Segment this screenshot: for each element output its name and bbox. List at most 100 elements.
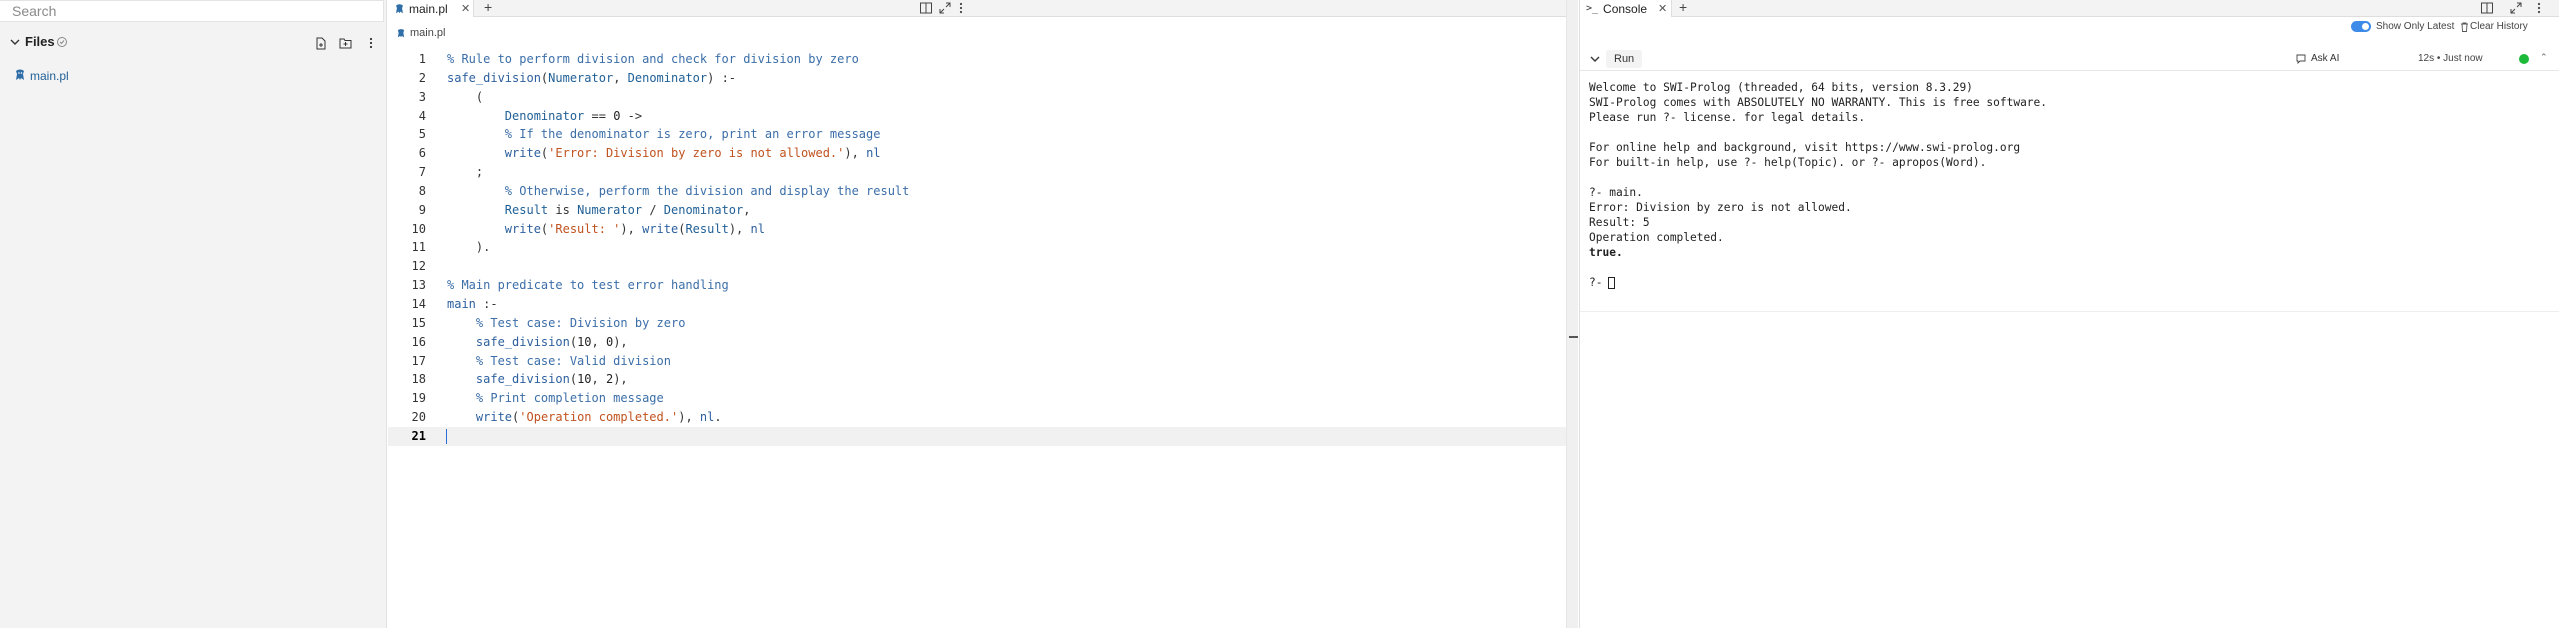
collapse-caret-icon[interactable]: ⌃ xyxy=(2540,52,2548,63)
code-line[interactable]: 5 % If the denominator is zero, print an… xyxy=(388,125,1566,144)
more-vertical-icon[interactable] xyxy=(2532,1,2546,15)
add-tab-button[interactable]: + xyxy=(1679,0,1687,15)
editor-scrollbar[interactable] xyxy=(1566,0,1578,628)
console-output-line: true. xyxy=(1589,246,1623,259)
code-line[interactable]: 6 write('Error: Division by zero is not … xyxy=(388,144,1566,163)
code-token: % Otherwise, perform the division and di… xyxy=(504,183,910,198)
expand-icon[interactable] xyxy=(2509,1,2523,15)
clear-history-button[interactable]: Clear History xyxy=(2470,21,2528,32)
code-line[interactable]: 20 write('Operation completed.'), nl. xyxy=(388,408,1566,427)
code-line[interactable]: 13 % Main predicate to test error handlin… xyxy=(388,276,1566,295)
text-cursor xyxy=(446,428,447,444)
code-line[interactable]: 10 write('Result: '), write(Result), nl xyxy=(388,220,1566,239)
code-text: % Otherwise, perform the division and di… xyxy=(447,182,910,201)
code-text: Denominator == 0 -> xyxy=(447,107,642,126)
run-button[interactable]: Run xyxy=(1606,50,1643,68)
code-line[interactable]: 17 % Test case: Valid division xyxy=(388,352,1566,371)
console-toolbar: Show Only Latest Clear History xyxy=(1580,18,2559,36)
code-token: ( xyxy=(447,89,484,104)
code-token: , xyxy=(613,70,628,85)
code-line[interactable]: 2 safe_division(Numerator, Denominator) :… xyxy=(388,69,1566,88)
code-area[interactable]: 1 % Rule to perform division and check fo… xyxy=(388,50,1566,446)
split-view-icon[interactable] xyxy=(2480,1,2494,15)
code-line[interactable]: 9 Result is Numerator / Denominator, xyxy=(388,201,1566,220)
code-line[interactable]: 15 % Test case: Division by zero xyxy=(388,314,1566,333)
code-line[interactable]: 14 main :- xyxy=(388,295,1566,314)
code-line[interactable]: 7 ; xyxy=(388,163,1566,182)
chevron-down-icon[interactable] xyxy=(1589,54,1601,64)
code-token: ) :- xyxy=(707,70,737,85)
tab-console[interactable]: >_ Console ✕ xyxy=(1580,0,1672,17)
code-text: % Print completion message xyxy=(447,389,664,408)
code-token: Numerator xyxy=(548,70,614,85)
line-number: 3 xyxy=(418,89,426,104)
code-token: % Test case: Division by zero xyxy=(475,315,686,330)
add-tab-button[interactable]: + xyxy=(484,0,492,15)
new-file-button[interactable] xyxy=(313,35,329,51)
console-output-line: ?- main. xyxy=(1589,186,1643,199)
code-text: write('Operation completed.'), nl. xyxy=(447,408,722,427)
split-view-icon[interactable] xyxy=(919,1,933,15)
line-number: 4 xyxy=(418,108,426,123)
cloud-sync-icon xyxy=(57,37,67,47)
more-vertical-icon[interactable] xyxy=(954,1,968,15)
breadcrumb-file[interactable]: main.pl xyxy=(410,27,445,39)
code-token: write xyxy=(504,146,541,161)
code-line[interactable]: 19 % Print completion message xyxy=(388,389,1566,408)
code-token: nl xyxy=(699,410,715,425)
code-token: 'Error: Division by zero is not allowed.… xyxy=(548,146,845,161)
show-only-latest-toggle[interactable] xyxy=(2351,21,2371,32)
trash-icon[interactable] xyxy=(2460,22,2469,32)
code-text: write('Error: Division by zero is not al… xyxy=(447,144,881,163)
code-token: ), xyxy=(844,146,867,161)
line-number: 14 xyxy=(411,296,426,311)
expand-icon[interactable] xyxy=(938,1,952,15)
new-folder-button[interactable] xyxy=(337,35,353,51)
code-token: write xyxy=(475,410,513,425)
code-token: / xyxy=(642,202,664,217)
code-line[interactable]: 18 safe_division(10, 2), xyxy=(388,370,1566,389)
console-prompt-line[interactable]: ?- xyxy=(1589,275,2549,290)
code-token: ), xyxy=(728,221,751,236)
code-line[interactable]: 8 % Otherwise, perform the division and … xyxy=(388,182,1566,201)
show-only-latest-label: Show Only Latest xyxy=(2376,21,2455,32)
code-line[interactable]: 4 Denominator == 0 -> xyxy=(388,107,1566,126)
line-number: 7 xyxy=(418,165,426,180)
code-token: % Main predicate to test error handling xyxy=(447,278,729,293)
code-text: safe_division(10, 2), xyxy=(447,370,628,389)
chevron-down-icon[interactable] xyxy=(9,35,21,49)
code-token: Denominator xyxy=(504,108,585,123)
terminal-icon: >_ xyxy=(1586,3,1599,14)
files-section-header[interactable]: Files xyxy=(0,30,387,54)
code-line[interactable]: 12 xyxy=(388,257,1566,276)
code-line[interactable]: 3 ( xyxy=(388,88,1566,107)
search-input[interactable] xyxy=(0,0,384,22)
code-line[interactable]: 21 xyxy=(388,426,1566,446)
line-number: 12 xyxy=(411,259,426,274)
sparkle-icon xyxy=(2296,54,2306,64)
tab-main-pl[interactable]: main.pl ✕ xyxy=(388,0,474,17)
line-number: 5 xyxy=(418,127,426,142)
code-token: == xyxy=(584,108,614,123)
code-line[interactable]: 11 ). xyxy=(388,238,1566,257)
console-output[interactable]: Welcome to SWI-Prolog (threaded, 64 bits… xyxy=(1589,80,2549,290)
code-line[interactable]: 16 safe_division(10, 0), xyxy=(388,333,1566,352)
code-line[interactable]: 1 % Rule to perform division and check fo… xyxy=(388,50,1566,69)
prolog-file-icon xyxy=(16,69,24,80)
line-number: 10 xyxy=(411,221,426,236)
file-item-main-pl[interactable]: main.pl xyxy=(0,66,387,86)
code-token: Denominator xyxy=(663,202,744,217)
code-token: safe_division xyxy=(475,334,570,349)
ask-ai-button[interactable]: Ask AI xyxy=(2311,53,2339,64)
console-input-cursor[interactable] xyxy=(1608,276,1616,289)
console-output-line: For built-in help, use ?- help(Topic). o… xyxy=(1589,156,1987,169)
files-more-button[interactable] xyxy=(363,35,379,51)
close-icon[interactable]: ✕ xyxy=(461,2,470,15)
close-icon[interactable]: ✕ xyxy=(1658,2,1667,15)
